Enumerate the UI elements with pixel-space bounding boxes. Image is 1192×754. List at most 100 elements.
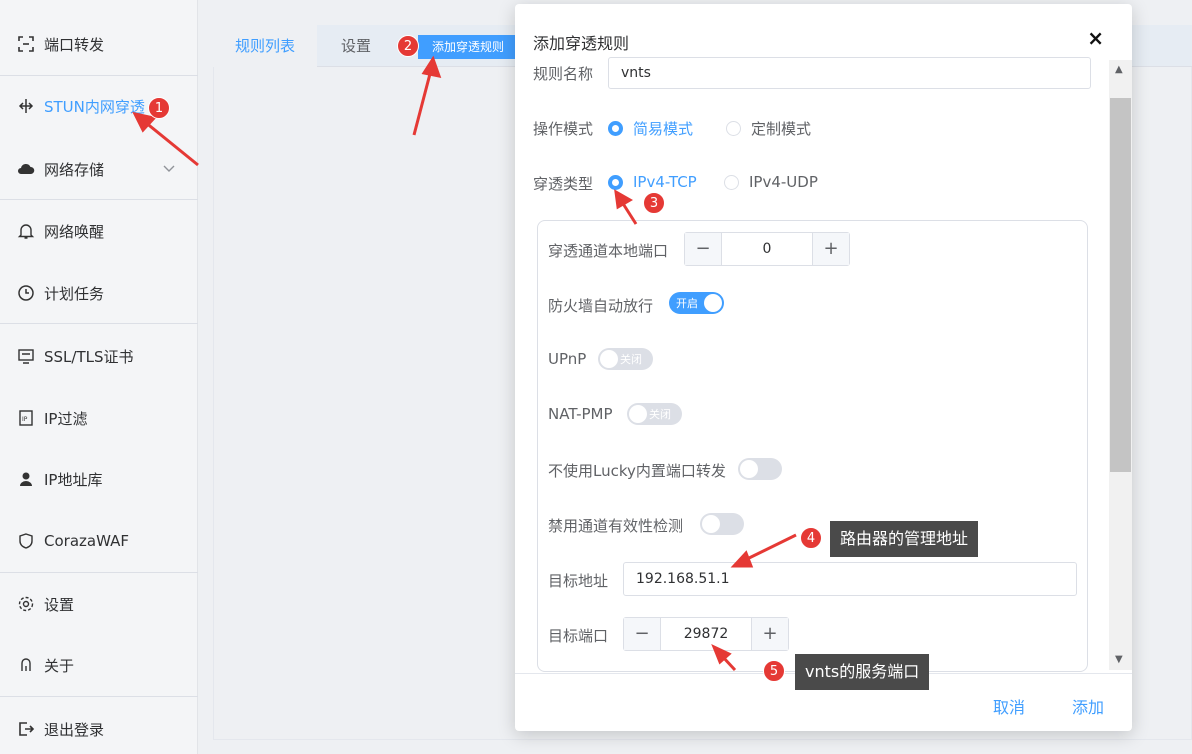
toggle-state: 关闭 xyxy=(620,353,642,366)
radio-dot xyxy=(608,121,623,136)
port-forward-icon xyxy=(16,34,36,54)
sidebar-item-wol[interactable]: 网络唤醒 xyxy=(0,201,198,261)
logout-icon xyxy=(16,719,36,739)
cancel-button[interactable]: 取消 xyxy=(993,694,1025,718)
chevron-down-icon[interactable] xyxy=(162,161,176,175)
disable-check-toggle[interactable] xyxy=(700,513,744,535)
bell-icon xyxy=(16,221,36,241)
sidebar-item-label: 关于 xyxy=(44,656,75,675)
sidebar-item-network-storage[interactable]: 网络存储 xyxy=(0,139,198,199)
sidebar-item-label: 网络存储 xyxy=(44,160,105,179)
annotation-badge-3: 3 xyxy=(643,192,665,214)
sidebar-item-logout[interactable]: 退出登录 xyxy=(0,699,198,754)
sidebar-item-ssl[interactable]: SSL/TLS证书 xyxy=(0,326,198,386)
dialog-title: 添加穿透规则 xyxy=(533,34,630,53)
add-rule-tab-button[interactable]: 添加穿透规则 xyxy=(418,35,518,59)
sidebar-item-label: SSL/TLS证书 xyxy=(44,347,134,366)
cloud-icon xyxy=(16,159,36,179)
stun-icon xyxy=(16,96,36,116)
radio-label: 简易模式 xyxy=(633,120,694,138)
decrement-button[interactable]: − xyxy=(685,233,721,265)
certificate-icon xyxy=(16,346,36,366)
close-icon[interactable]: × xyxy=(1087,26,1104,50)
dialog-scrollbar[interactable]: ▲ ▼ xyxy=(1109,60,1132,670)
annotation-callout-5: vnts的服务端口 xyxy=(795,654,930,690)
sidebar-item-label: 设置 xyxy=(44,595,75,614)
no-lucky-forward-label: 不使用Lucky内置端口转发 xyxy=(548,462,726,480)
target-addr-label: 目标地址 xyxy=(548,572,609,590)
increment-button[interactable]: + xyxy=(752,618,788,650)
target-port-value[interactable]: 29872 xyxy=(660,618,752,650)
toggle-state: 开启 xyxy=(676,297,698,310)
sidebar-item-about[interactable]: 关于 xyxy=(0,635,198,695)
clock-icon xyxy=(16,283,36,303)
radio-label: 定制模式 xyxy=(751,120,812,138)
shield-icon xyxy=(16,531,36,551)
sidebar-item-label: 网络唤醒 xyxy=(44,222,105,241)
scroll-thumb[interactable] xyxy=(1110,98,1131,472)
add-button[interactable]: 添加 xyxy=(1072,694,1104,718)
toggle-knob xyxy=(740,460,758,478)
decrement-button[interactable]: − xyxy=(624,618,660,650)
target-addr-input[interactable]: 192.168.51.1 xyxy=(623,562,1077,596)
toggle-knob xyxy=(600,350,618,368)
sidebar-item-settings[interactable]: 设置 xyxy=(0,574,198,634)
radio-label: IPv4-TCP xyxy=(633,173,697,191)
tcp-options-group xyxy=(537,220,1088,672)
sidebar-item-label: 退出登录 xyxy=(44,720,105,739)
sidebar-item-label: IP地址库 xyxy=(44,470,103,489)
radio-ipv4-tcp[interactable]: IPv4-TCP xyxy=(608,173,697,191)
increment-button[interactable]: + xyxy=(813,233,849,265)
scroll-up-icon[interactable]: ▲ xyxy=(1115,64,1123,75)
upnp-label: UPnP xyxy=(548,350,587,368)
tab-settings[interactable]: 设置 xyxy=(341,25,371,67)
rule-name-input[interactable]: vnts xyxy=(608,57,1091,89)
sidebar-item-ip-db[interactable]: IP地址库 xyxy=(0,449,198,509)
annotation-callout-4: 路由器的管理地址 xyxy=(830,521,979,557)
sidebar-item-port-forward[interactable]: 端口转发 xyxy=(0,14,198,74)
radio-dot xyxy=(608,174,623,190)
target-port-stepper[interactable]: − 29872 + xyxy=(623,617,789,651)
gear-icon xyxy=(16,594,36,614)
sidebar-item-scheduled-tasks[interactable]: 计划任务 xyxy=(0,263,198,323)
radio-ipv4-udp[interactable]: IPv4-UDP xyxy=(724,173,818,191)
annotation-badge-2: 2 xyxy=(397,35,419,57)
radio-dot xyxy=(724,174,739,190)
annotation-badge-5: 5 xyxy=(763,660,785,682)
firewall-toggle[interactable]: 开启 xyxy=(669,292,724,314)
toggle-state: 关闭 xyxy=(649,408,671,421)
radio-label: IPv4-UDP xyxy=(749,173,818,191)
upnp-toggle[interactable]: 关闭 xyxy=(598,348,653,370)
annotation-badge-4: 4 xyxy=(800,527,822,549)
local-port-label: 穿透通道本地端口 xyxy=(548,242,669,260)
op-mode-label: 操作模式 xyxy=(533,120,594,138)
sidebar-item-label: IP过滤 xyxy=(44,409,88,428)
radio-custom-mode[interactable]: 定制模式 xyxy=(726,118,811,139)
annotation-badge-1: 1 xyxy=(148,97,170,119)
radio-dot xyxy=(726,121,741,136)
sidebar-item-label: CorazaWAF xyxy=(44,532,129,550)
toggle-knob xyxy=(629,405,647,423)
svg-text:IP: IP xyxy=(22,416,28,423)
radio-simple-mode[interactable]: 简易模式 xyxy=(608,118,693,139)
no-lucky-forward-toggle[interactable] xyxy=(738,458,782,480)
toggle-knob xyxy=(702,515,720,533)
toggle-knob xyxy=(704,294,722,312)
natpmp-toggle[interactable]: 关闭 xyxy=(627,403,682,425)
natpmp-label: NAT-PMP xyxy=(548,405,613,423)
about-icon xyxy=(16,655,36,675)
local-port-value[interactable]: 0 xyxy=(721,233,813,265)
divider xyxy=(0,696,198,697)
type-label: 穿透类型 xyxy=(533,175,594,193)
target-port-label: 目标端口 xyxy=(548,627,609,645)
rule-name-label: 规则名称 xyxy=(533,65,594,83)
sidebar-item-corazawaf[interactable]: CorazaWAF xyxy=(0,511,198,571)
ip-filter-icon: IP xyxy=(16,408,36,428)
sidebar-item-label: STUN内网穿透 xyxy=(44,97,145,116)
sidebar-item-ip-filter[interactable]: IP IP过滤 xyxy=(0,388,198,448)
scroll-down-icon[interactable]: ▼ xyxy=(1115,654,1123,665)
sidebar-item-label: 计划任务 xyxy=(44,284,105,303)
firewall-label: 防火墙自动放行 xyxy=(548,297,654,315)
tab-rules-list[interactable]: 规则列表 xyxy=(213,25,318,67)
local-port-stepper[interactable]: − 0 + xyxy=(684,232,850,266)
